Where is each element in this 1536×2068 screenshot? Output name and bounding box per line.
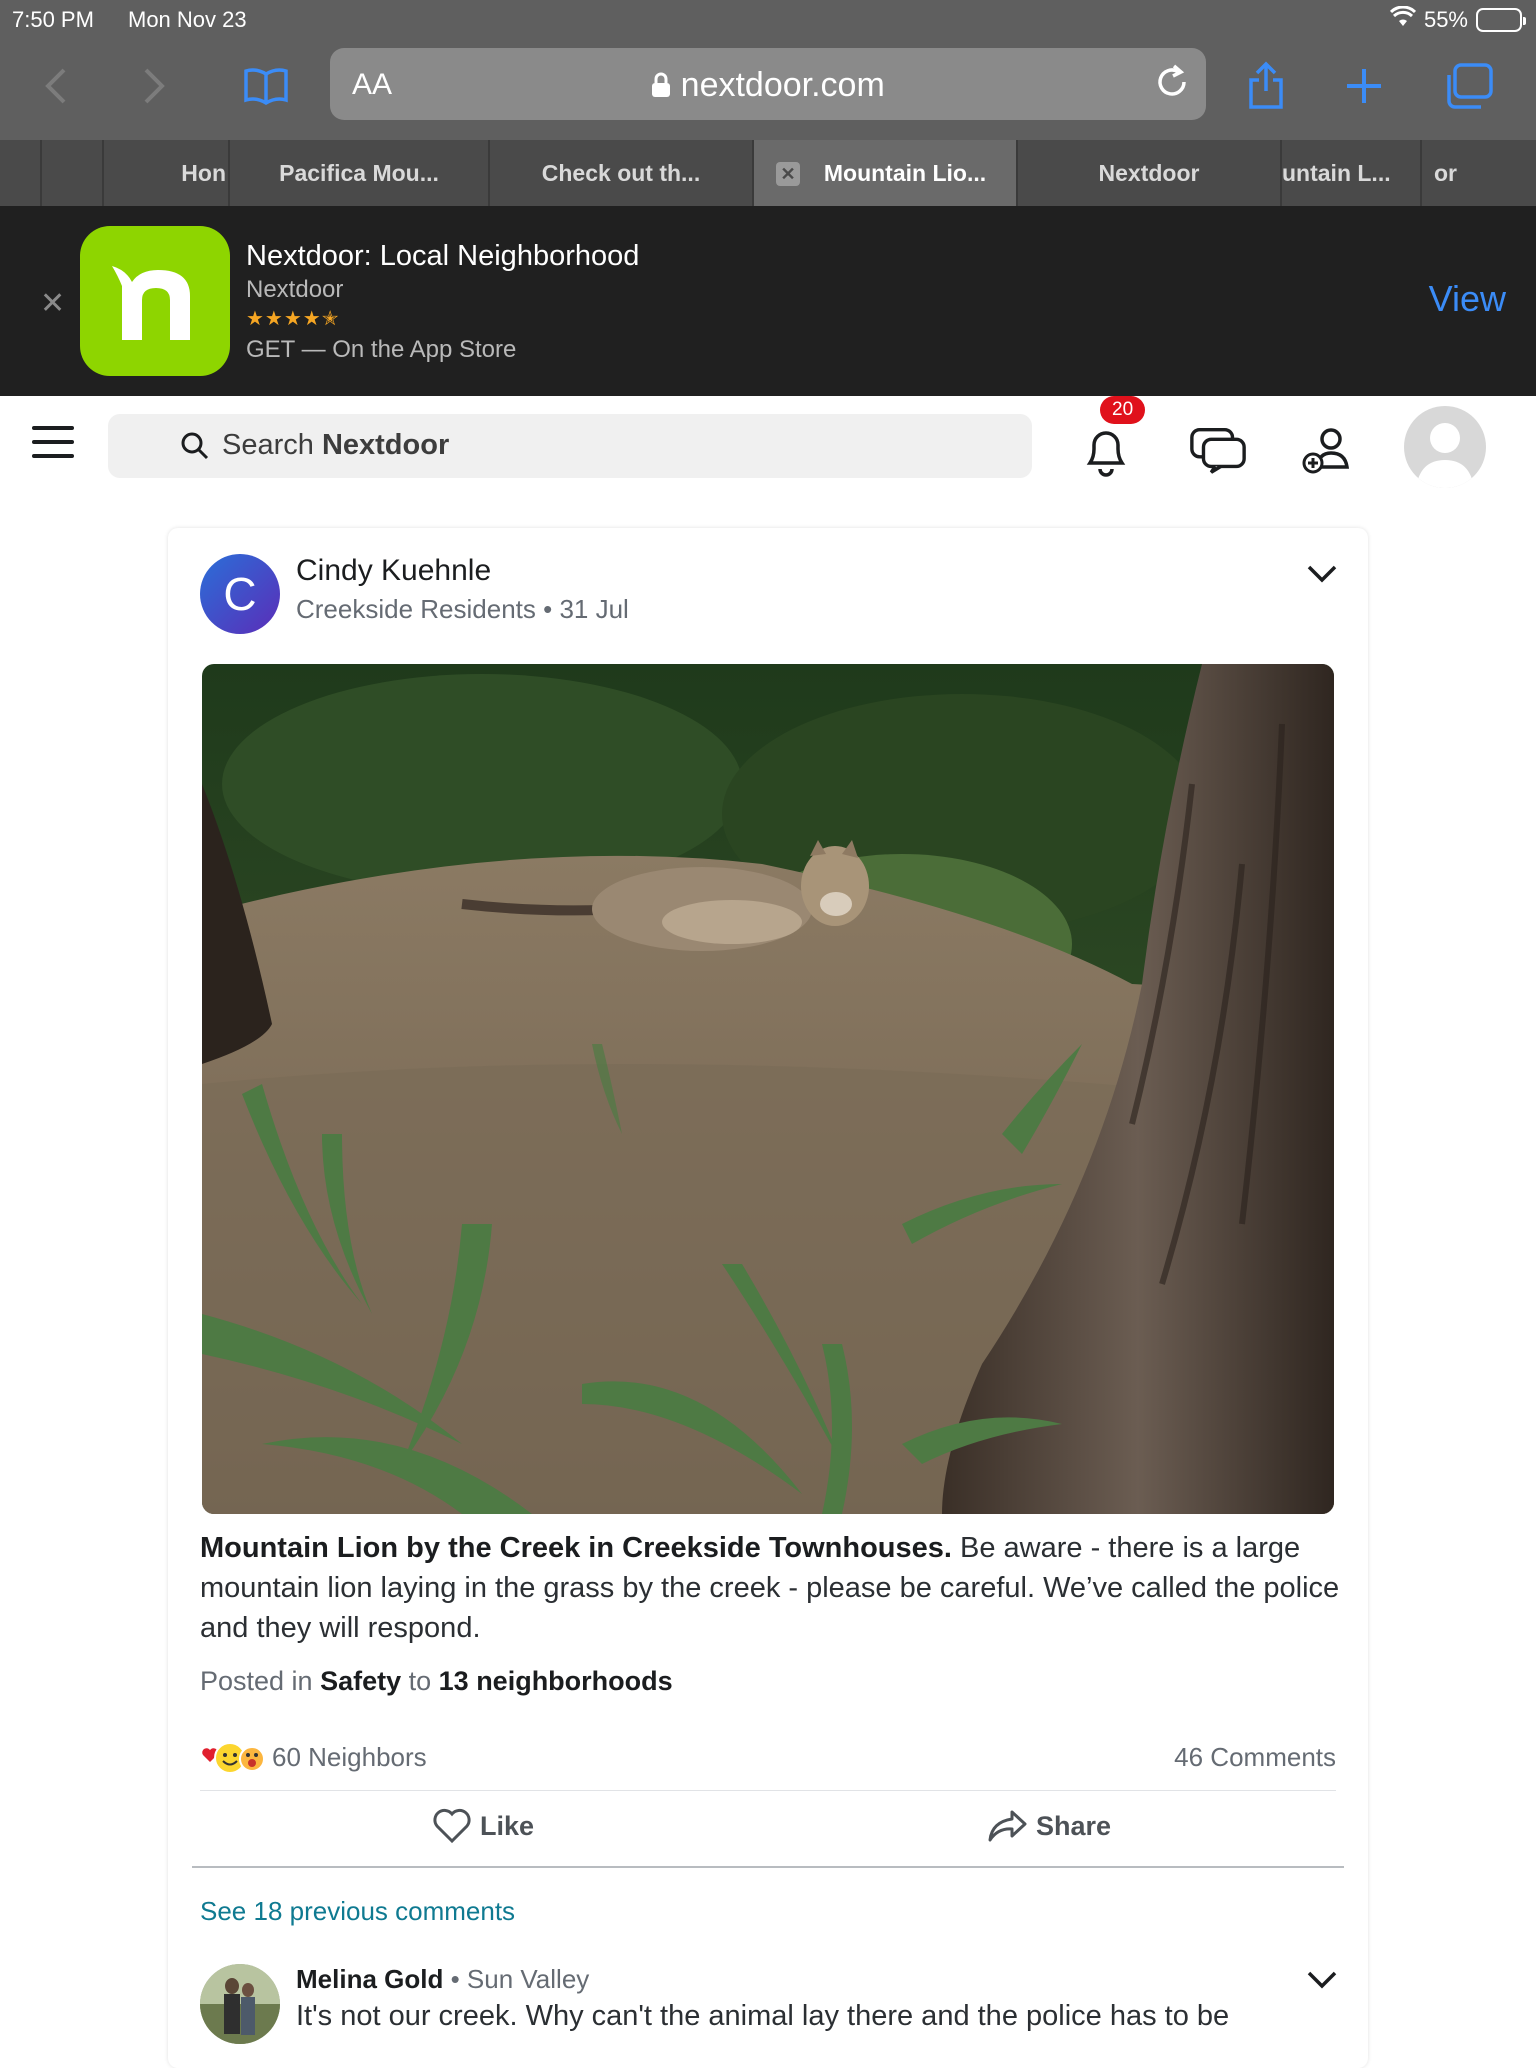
comments-count[interactable]: 46 Comments [1174, 1742, 1336, 1773]
post-date: 31 Jul [559, 594, 629, 624]
hamburger-menu-icon[interactable] [32, 426, 74, 468]
forward-icon[interactable] [126, 58, 182, 114]
post-photo[interactable] [202, 664, 1334, 1514]
wifi-icon [1389, 5, 1417, 34]
see-previous-comments-link[interactable]: See 18 previous comments [200, 1896, 515, 1927]
author-name[interactable]: Cindy Kuehnle [296, 554, 491, 588]
status-bar: 7:50 PM Mon Nov 23 55% [0, 0, 1536, 40]
search-placeholder-brand: Nextdoor [321, 429, 450, 461]
reactions-summary[interactable]: 60 Neighbors [200, 1740, 427, 1774]
reaction-count[interactable]: 60 Neighbors [272, 1742, 427, 1773]
posted-in-prefix: Posted in [200, 1666, 321, 1696]
user-avatar[interactable] [1404, 406, 1486, 488]
meta-separator: • [543, 594, 560, 624]
add-neighbor-icon[interactable] [1298, 420, 1358, 480]
search-placeholder-prefix: Search [222, 429, 322, 461]
post-body: Mountain Lion by the Creek in Creekside … [200, 1528, 1340, 1648]
post-title[interactable]: Mountain Lion by the Creek in Creekside … [200, 1532, 952, 1564]
tab-mountain-lion-label: Mountain Lio... [823, 159, 987, 186]
app-title: Nextdoor: Local Neighborhood [246, 240, 640, 272]
meta-separator: • [450, 1964, 467, 1994]
status-date: Mon Nov 23 [128, 7, 247, 32]
comment-options-chevron-down-icon[interactable] [1306, 1970, 1338, 1995]
share-label: Share [1036, 1810, 1112, 1841]
app-developer: Nextdoor [246, 276, 344, 303]
url-text: nextdoor.com [680, 66, 885, 104]
share-icon[interactable] [1238, 58, 1294, 114]
close-tab-icon[interactable]: ✕ [776, 162, 800, 186]
tab-bar: Hon Pacifica Mou... Check out th... ✕ Mo… [0, 140, 1536, 206]
post-neighborhood[interactable]: Creekside Residents [296, 594, 536, 624]
messages-icon[interactable] [1188, 420, 1248, 480]
star-rating: ★★★★✭ [246, 308, 340, 330]
commenter-meta: Melina Gold • Sun Valley [296, 1964, 589, 1995]
lock-icon [651, 66, 680, 104]
address-bar[interactable]: AA nextdoor.com [330, 48, 1206, 120]
back-icon[interactable] [28, 58, 84, 114]
commenter-name[interactable]: Melina Gold [296, 1964, 443, 1994]
close-banner-icon[interactable]: ✕ [40, 286, 65, 321]
app-store-banner: ✕ Nextdoor: Local Neighborhood Nextdoor … [0, 206, 1536, 396]
browser-toolbar: AA nextdoor.com [0, 40, 1536, 140]
reaction-emojis-icon [202, 1742, 265, 1774]
notification-badge: 20 [1100, 396, 1146, 424]
tab-mountain-lion-2[interactable]: untain L... [1282, 140, 1422, 206]
reload-icon[interactable] [1154, 64, 1190, 105]
tabs-overview-icon[interactable] [1440, 58, 1496, 114]
post-options-chevron-down-icon[interactable] [1306, 564, 1338, 589]
share-arrow-icon [988, 1810, 1027, 1842]
battery-percent: 55% [1423, 7, 1468, 32]
app-get-text: GET — On the App Store [246, 336, 517, 363]
new-tab-icon[interactable] [1336, 58, 1392, 114]
commenter-neighborhood[interactable]: Sun Valley [467, 1964, 589, 1994]
tab-home[interactable]: Hon [104, 140, 230, 206]
heart-icon [433, 1808, 471, 1844]
tab-pacifica[interactable]: Pacifica Mou... [230, 140, 490, 206]
commenter-avatar[interactable] [200, 1964, 280, 2044]
post-card: C Cindy Kuehnle Creekside Residents • 31… [168, 528, 1368, 2068]
tab-nextdoor[interactable]: Nextdoor [1018, 140, 1282, 206]
status-time: 7:50 PM [12, 7, 94, 32]
posted-to-text: to [401, 1666, 439, 1696]
post-meta: Creekside Residents • 31 Jul [296, 594, 629, 625]
battery-icon [1476, 8, 1526, 32]
status-right: 55% [1389, 5, 1526, 34]
tab-blank[interactable] [42, 140, 104, 206]
like-label: Like [480, 1810, 535, 1841]
post-category[interactable]: Safety [320, 1666, 401, 1696]
tab-0[interactable] [0, 140, 42, 206]
site-header: Search Nextdoor 20 [0, 396, 1536, 496]
view-app-button[interactable]: View [1429, 278, 1506, 320]
search-icon [180, 431, 210, 469]
url-display: nextdoor.com [330, 66, 1206, 105]
search-placeholder: Search Nextdoor [222, 429, 449, 462]
share-button[interactable]: Share [986, 1808, 1111, 1844]
comment-text: It's not our creek. Why can't the animal… [296, 2000, 1230, 2032]
tab-mountain-lion[interactable]: ✕ Mountain Lio... [754, 140, 1018, 206]
notifications-bell-icon[interactable] [1076, 420, 1136, 480]
author-avatar[interactable]: C [200, 554, 280, 634]
like-button[interactable]: Like [432, 1808, 534, 1844]
divider [192, 1866, 1344, 1868]
post-audience[interactable]: 13 neighborhoods [439, 1666, 673, 1696]
search-input[interactable]: Search Nextdoor [108, 414, 1032, 478]
divider [200, 1790, 1336, 1791]
nextdoor-logo [80, 226, 230, 376]
bookmarks-icon[interactable] [238, 58, 294, 114]
tab-check-out[interactable]: Check out th... [490, 140, 754, 206]
tab-last[interactable]: or [1422, 140, 1536, 206]
posted-in: Posted in Safety to 13 neighborhoods [200, 1666, 673, 1697]
